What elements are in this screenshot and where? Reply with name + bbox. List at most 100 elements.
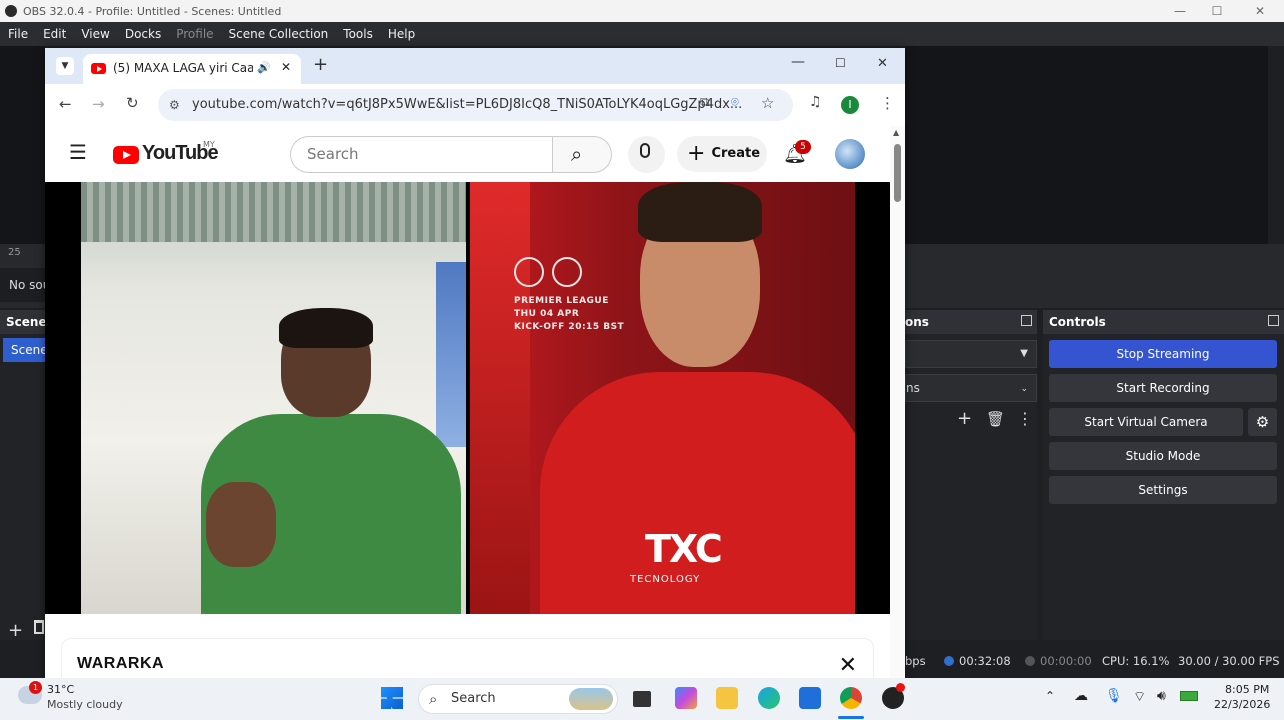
close-icon[interactable]: ✕ — [877, 56, 888, 71]
tab-search-icon[interactable]: ▼ — [56, 57, 74, 75]
cpu-status: CPU: 16.1% — [1102, 654, 1170, 668]
video-player[interactable]: PREMIER LEAGUE THU 04 APR KICK-OFF 20:15… — [45, 182, 890, 614]
menu-docks[interactable]: Docks — [125, 27, 161, 41]
reload-icon[interactable]: ↻ — [126, 94, 139, 112]
maximize-icon[interactable]: ☐ — [1197, 0, 1237, 22]
speaker-icon[interactable]: 🔊 — [257, 61, 271, 74]
hamburger-menu-icon[interactable]: ☰ — [69, 140, 87, 164]
gear-icon[interactable]: ⚙ — [1248, 408, 1277, 436]
stepper-icon[interactable]: ⌃ ⌄ — [1020, 375, 1028, 395]
zoom-level: 25 — [8, 247, 21, 258]
preview-canvas — [905, 46, 1268, 244]
maximize-icon[interactable]: ☐ — [835, 56, 846, 70]
broadcast-icon — [944, 656, 954, 666]
search-icon: ⌕ — [571, 142, 583, 166]
clock-time[interactable]: 8:05 PM — [1225, 683, 1269, 696]
volume-icon[interactable]: 🔊︎ — [1157, 688, 1166, 704]
sources-dock-header: ons — [905, 310, 1037, 334]
close-icon[interactable]: ✕ — [1240, 0, 1280, 22]
search-highlight-icon — [569, 688, 613, 710]
windows-start-icon[interactable] — [381, 687, 403, 709]
chevron-up-icon[interactable]: ⌃ — [1045, 689, 1055, 703]
menu-icon[interactable]: ⋮ — [880, 94, 895, 112]
source-dropdown[interactable]: ▼ — [905, 340, 1037, 368]
panel-title: WARARKA — [77, 655, 165, 672]
start-recording-button[interactable]: Start Recording — [1049, 374, 1277, 402]
wifi-icon[interactable]: ⌔ — [1133, 688, 1146, 706]
new-tab-icon[interactable]: + — [313, 54, 328, 75]
active-app-indicator — [838, 716, 864, 719]
microphone-icon[interactable]: 🎙︎ — [1105, 688, 1123, 704]
bookmark-star-icon[interactable]: ☆ — [761, 94, 774, 112]
minimize-icon[interactable]: — — [791, 54, 805, 70]
stop-streaming-button[interactable]: Stop Streaming — [1049, 340, 1277, 368]
battery-icon[interactable] — [1180, 691, 1198, 701]
browser-window: ▼ (5) MAXA LAGA yiri Caawa 🔊 ✕ + — ☐ ✕ ←… — [45, 48, 905, 698]
forward-icon[interactable]: → — [92, 95, 105, 113]
scene-list-item[interactable]: Scene — [3, 338, 45, 362]
edge-icon[interactable] — [758, 687, 780, 709]
menu-tools[interactable]: Tools — [343, 27, 373, 41]
media-control-icon[interactable]: ♫ — [809, 94, 822, 110]
temperature[interactable]: 31°C — [47, 683, 74, 696]
create-button[interactable]: + Create — [677, 136, 767, 172]
file-explorer-icon[interactable] — [716, 687, 738, 709]
settings-button[interactable]: Settings — [1049, 476, 1277, 504]
taskbar: 1 31°C Mostly cloudy ⌕ Search ⌃ ☁ 🎙︎ ⌔ 🔊… — [0, 678, 1284, 720]
preview-canvas-left — [0, 46, 45, 244]
search-input[interactable]: Search — [290, 136, 552, 173]
dock-float-icon[interactable] — [1021, 315, 1032, 326]
notification-badge: 5 — [795, 140, 811, 154]
source-row[interactable]: ns ⌃ ⌄ — [905, 374, 1037, 402]
scrollbar-thumb[interactable] — [894, 144, 901, 202]
cloud-off-icon[interactable]: ☁ — [1074, 688, 1088, 704]
clock-date[interactable]: 22/3/2026 — [1214, 698, 1270, 711]
lens-icon[interactable]: ⌾ — [731, 95, 739, 110]
dock-float-icon[interactable] — [1268, 315, 1279, 326]
chevron-down-icon: ▼ — [1020, 348, 1028, 359]
menu-profile[interactable]: Profile — [176, 27, 213, 41]
page-scrollbar[interactable]: ▲ — [890, 126, 905, 680]
address-bar[interactable]: ⚙ youtube.com/watch?v=q6tJ8Px5WwE&list=P… — [158, 89, 793, 121]
menu-file[interactable]: File — [8, 27, 28, 41]
back-icon[interactable]: ← — [59, 95, 72, 113]
close-icon[interactable]: ✕ — [839, 653, 857, 678]
trash-icon[interactable]: 🗑 — [986, 410, 1005, 428]
menu-scene-collection[interactable]: Scene Collection — [229, 27, 329, 41]
weather-badge: 1 — [29, 681, 42, 694]
site-info-icon[interactable]: ⚙ — [169, 89, 180, 121]
tab-youtube[interactable]: (5) MAXA LAGA yiri Caawa 🔊 ✕ — [83, 54, 301, 84]
taskbar-search[interactable]: ⌕ Search — [418, 684, 618, 714]
menu-help[interactable]: Help — [388, 27, 415, 41]
avatar[interactable] — [835, 139, 865, 169]
sponsor-subtitle: TECNOLOGY — [630, 574, 701, 585]
chrome-icon[interactable] — [840, 687, 862, 709]
start-virtual-camera-button[interactable]: Start Virtual Camera — [1049, 408, 1243, 436]
studio-mode-button[interactable]: Studio Mode — [1049, 442, 1277, 470]
add-scene-icon[interactable]: + — [8, 620, 23, 641]
remove-scene-icon[interactable] — [34, 620, 44, 634]
more-options-icon[interactable]: ⋮ — [1017, 409, 1033, 428]
controls-dock-header: Controls — [1043, 310, 1284, 334]
youtube-logo-icon[interactable] — [113, 146, 139, 164]
search-button[interactable]: ⌕ — [552, 136, 612, 173]
profile-avatar[interactable]: I — [841, 96, 859, 114]
obs-logo-icon — [5, 5, 17, 17]
scroll-up-icon[interactable]: ▲ — [893, 128, 899, 137]
store-icon[interactable] — [799, 687, 821, 709]
menu-view[interactable]: View — [81, 27, 109, 41]
voice-search-button[interactable] — [628, 136, 665, 173]
cast-icon[interactable]: ⧉ — [700, 95, 709, 110]
add-source-icon[interactable]: + — [957, 408, 972, 429]
sponsor-logo: TXC — [645, 527, 723, 571]
scenes-dock — [0, 334, 45, 640]
no-source-selected: No sou — [0, 268, 45, 302]
close-tab-icon[interactable]: ✕ — [281, 60, 291, 74]
task-view-icon[interactable] — [633, 691, 651, 707]
copilot-icon[interactable] — [675, 687, 697, 709]
menu-edit[interactable]: Edit — [43, 27, 66, 41]
obs-title-bar: OBS 32.0.4 - Profile: Untitled - Scenes:… — [0, 0, 1284, 22]
minimize-icon[interactable]: — — [1160, 0, 1200, 22]
microphone-icon — [640, 143, 650, 158]
weather-status[interactable]: Mostly cloudy — [47, 698, 123, 711]
